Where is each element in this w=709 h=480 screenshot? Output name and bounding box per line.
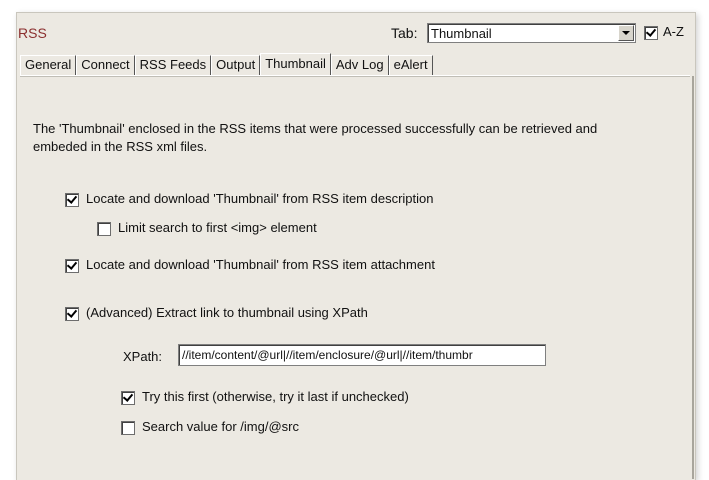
option-advanced-xpath[interactable]: (Advanced) Extract link to thumbnail usi… bbox=[65, 305, 368, 321]
advanced-xpath-label: (Advanced) Extract link to thumbnail usi… bbox=[86, 305, 368, 320]
try-first-checkbox[interactable] bbox=[121, 390, 135, 405]
locate-attachment-label: Locate and download 'Thumbnail' from RSS… bbox=[86, 257, 435, 272]
option-limit-img[interactable]: Limit search to first <img> element bbox=[97, 220, 317, 236]
option-search-img-src[interactable]: Search value for /img/@src bbox=[121, 419, 299, 435]
option-locate-description[interactable]: Locate and download 'Thumbnail' from RSS… bbox=[65, 191, 433, 207]
limit-img-checkbox[interactable] bbox=[97, 221, 111, 236]
search-img-src-label: Search value for /img/@src bbox=[142, 419, 299, 434]
thumbnail-description: The 'Thumbnail' enclosed in the RSS item… bbox=[33, 121, 598, 154]
advanced-xpath-checkbox[interactable] bbox=[65, 306, 79, 321]
search-img-src-checkbox[interactable] bbox=[121, 420, 135, 435]
locate-description-label: Locate and download 'Thumbnail' from RSS… bbox=[86, 191, 434, 206]
xpath-input[interactable]: //item/content/@url|//item/enclosure/@ur… bbox=[178, 344, 546, 366]
limit-img-label: Limit search to first <img> element bbox=[118, 220, 317, 235]
thumbnail-panel: The 'Thumbnail' enclosed in the RSS item… bbox=[0, 0, 709, 479]
try-first-label: Try this first (otherwise, try it last i… bbox=[142, 389, 409, 404]
locate-attachment-checkbox[interactable] bbox=[65, 258, 79, 273]
option-locate-attachment[interactable]: Locate and download 'Thumbnail' from RSS… bbox=[65, 257, 435, 273]
option-try-first[interactable]: Try this first (otherwise, try it last i… bbox=[121, 389, 409, 405]
locate-description-checkbox[interactable] bbox=[65, 192, 79, 207]
xpath-label: XPath: bbox=[123, 349, 163, 364]
tab-thumbnail[interactable]: Thumbnail bbox=[260, 53, 331, 75]
